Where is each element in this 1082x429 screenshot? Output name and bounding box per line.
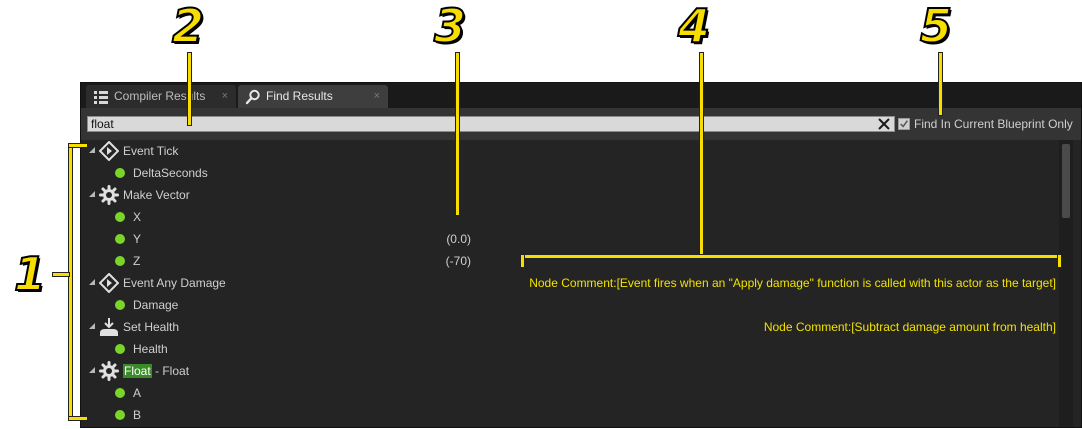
annotation-2-pointer: [187, 52, 192, 126]
float-pin-icon: [115, 300, 125, 310]
expand-arrow-icon[interactable]: [89, 191, 95, 197]
tab-compiler-results[interactable]: Compiler Results ×: [86, 85, 236, 108]
float-pin-icon: [115, 168, 125, 178]
annotation-number-3: 3: [433, 0, 467, 53]
pin-label: DeltaSeconds: [133, 166, 208, 180]
search-icon: [245, 89, 260, 105]
event-icon: [99, 273, 119, 293]
float-pin-icon: [115, 410, 125, 420]
result-node-event-tick[interactable]: Event Tick: [81, 140, 1056, 162]
pin-label: X: [133, 210, 142, 224]
node-label-rest: - Float: [151, 364, 190, 378]
event-icon: [99, 141, 119, 161]
search-bar: Find In Current Blueprint Only: [81, 108, 1081, 140]
result-node-float-minus-float[interactable]: Float - Float: [81, 360, 1056, 382]
node-comment: Node Comment:[Event fires when an "Apply…: [529, 276, 1056, 290]
float-pin-icon: [115, 212, 125, 222]
float-pin-icon: [115, 388, 125, 398]
function-gear-icon: [99, 185, 119, 205]
annotation-1-bracket-vertical: [68, 143, 73, 421]
expand-arrow-icon[interactable]: [89, 367, 95, 373]
function-gear-icon: [99, 361, 119, 381]
result-pin-delta-seconds[interactable]: DeltaSeconds: [81, 162, 1056, 184]
tab-compiler-results-close-icon[interactable]: ×: [222, 85, 228, 108]
node-label: Set Health: [123, 320, 180, 334]
annotation-number-5: 5: [919, 0, 953, 53]
annotation-number-1: 1: [13, 247, 47, 301]
pin-label: Health: [133, 342, 168, 356]
pin-label: Damage: [133, 298, 179, 312]
node-label: Event Any Damage: [123, 276, 226, 290]
close-icon[interactable]: [876, 116, 892, 132]
tab-find-results-close-icon[interactable]: ×: [374, 85, 380, 108]
pin-label: A: [133, 386, 142, 400]
set-variable-icon: [100, 318, 118, 336]
annotation-5-pointer: [938, 52, 943, 116]
result-pin-x[interactable]: X: [81, 206, 1056, 228]
result-pin-a[interactable]: A: [81, 382, 1056, 404]
annotation-4-pointer: [699, 52, 704, 256]
annotation-4-bracket-top: [520, 254, 1062, 259]
annotation-4-bracket-right: [1057, 254, 1062, 268]
result-pin-b[interactable]: B: [81, 404, 1056, 426]
result-node-make-vector[interactable]: Make Vector: [81, 184, 1056, 206]
tab-find-results[interactable]: Find Results ×: [238, 85, 388, 108]
pin-default-value: (0.0): [446, 232, 471, 246]
annotation-4-bracket-left: [520, 254, 525, 268]
pin-default-value: (-70): [445, 254, 471, 268]
annotation-number-4: 4: [677, 0, 711, 53]
annotation-3-pointer: [455, 52, 460, 216]
results-tree: Event Tick DeltaSeconds Make Vector X Y …: [81, 140, 1081, 427]
result-pin-damage[interactable]: Damage: [81, 294, 1056, 316]
result-node-event-any-damage[interactable]: Event Any Damage Node Comment:[Event fir…: [81, 272, 1056, 294]
pin-label: Z: [133, 254, 141, 268]
annotation-1-bracket-tick: [52, 272, 70, 277]
annotation-number-2: 2: [171, 0, 205, 53]
checkmark-icon: [900, 120, 908, 128]
expand-arrow-icon[interactable]: [89, 147, 95, 153]
find-in-blueprint-label: Find In Current Blueprint Only: [914, 117, 1073, 131]
search-match-highlight: Float: [123, 364, 152, 378]
expand-arrow-icon[interactable]: [89, 323, 95, 329]
annotation-1-bracket-bottom: [68, 416, 88, 421]
node-label: Make Vector: [123, 188, 190, 202]
result-pin-y[interactable]: Y (0.0): [81, 228, 1056, 250]
float-pin-icon: [115, 344, 125, 354]
scrollbar-thumb[interactable]: [1062, 144, 1070, 218]
result-pin-health[interactable]: Health: [81, 338, 1056, 360]
find-in-blueprint-checkbox[interactable]: [898, 118, 910, 130]
search-input[interactable]: [87, 116, 895, 132]
pin-label: B: [133, 408, 142, 422]
list-icon: [94, 91, 108, 104]
node-comment: Node Comment:[Subtract damage amount fro…: [763, 320, 1056, 334]
tab-bar: Compiler Results × Find Results ×: [81, 83, 1081, 108]
float-pin-icon: [115, 234, 125, 244]
tab-find-results-label: Find Results: [266, 89, 333, 103]
pin-label: Y: [133, 232, 142, 246]
float-pin-icon: [115, 256, 125, 266]
result-node-set-health[interactable]: Set Health Node Comment:[Subtract damage…: [81, 316, 1056, 338]
node-label: Float - Float: [123, 364, 189, 378]
expand-arrow-icon[interactable]: [89, 279, 95, 285]
node-label: Event Tick: [123, 144, 179, 158]
annotation-1-bracket-top: [68, 143, 88, 148]
